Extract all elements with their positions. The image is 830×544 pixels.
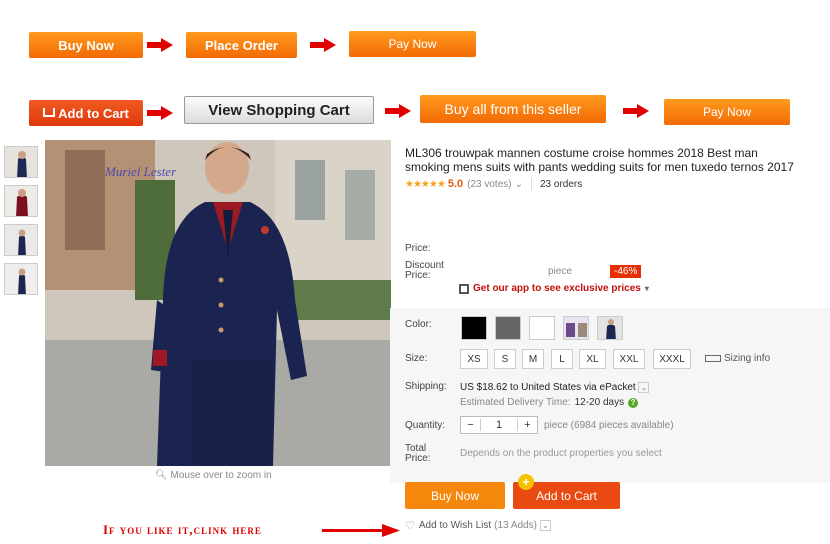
ruler-icon xyxy=(705,355,721,362)
thumbnail-4[interactable] xyxy=(4,263,38,295)
vote-count[interactable]: (23 votes) xyxy=(467,179,511,190)
image-watermark: Muriel Lester xyxy=(105,164,177,179)
quantity-input[interactable]: 1 xyxy=(481,419,517,431)
rating-stars-icon: ★★★★★ xyxy=(405,178,446,190)
sizing-info-link[interactable]: Sizing info xyxy=(705,353,770,364)
product-title: ML306 trouwpak mannen costume croise hom… xyxy=(405,146,794,174)
increment-button[interactable]: + xyxy=(517,419,537,431)
product-detail: Muriel Lester 🔍︎ Mouse over to zoom in M… xyxy=(0,138,830,544)
shipping-selector[interactable]: US $18.62 to United States via ePacket ⌄ xyxy=(460,382,650,393)
order-count: 23 orders xyxy=(539,178,583,190)
instruction-banner: Buy Now Place Order Pay Now Add to Cart … xyxy=(0,0,830,132)
size-option[interactable]: M xyxy=(522,349,544,369)
color-swatch-black[interactable] xyxy=(461,316,487,340)
decrement-button[interactable]: − xyxy=(461,419,481,431)
chevron-down-icon: ⌄ xyxy=(638,382,650,393)
wishlist-count: (13 Adds) xyxy=(494,520,537,531)
total-price-label: Total Price: xyxy=(405,443,431,464)
size-option[interactable]: XXXL xyxy=(653,349,691,369)
size-label: Size: xyxy=(405,353,428,364)
color-swatch-white[interactable] xyxy=(529,316,555,340)
size-option[interactable]: XL xyxy=(579,349,606,369)
step-view-cart-button[interactable]: View Shopping Cart xyxy=(184,96,374,124)
divider xyxy=(530,178,532,190)
zoom-hint: 🔍︎ Mouse over to zoom in xyxy=(155,470,272,481)
size-option[interactable]: XXL xyxy=(613,349,645,369)
price-label: Price: xyxy=(405,243,431,254)
help-icon[interactable]: ? xyxy=(628,397,639,408)
app-promo-link[interactable]: Get our app to see exclusive prices ▾ xyxy=(459,283,649,294)
arrow-right-icon xyxy=(147,106,173,120)
step-pay-now-button[interactable]: Pay Now xyxy=(349,31,476,57)
heart-icon: ♡ xyxy=(405,520,415,532)
thumbnail-1[interactable] xyxy=(4,146,38,178)
sizing-info-label: Sizing info xyxy=(724,353,771,364)
size-option[interactable]: L xyxy=(551,349,573,369)
price-unit: piece xyxy=(548,266,572,277)
arrow-right-icon xyxy=(147,38,173,52)
discount-badge: -46% xyxy=(610,265,642,278)
step-add-to-cart-label: Add to Cart xyxy=(58,105,129,121)
total-price-note: Depends on the product properties you se… xyxy=(460,448,662,459)
shipping-text: US $18.62 to United States via ePacket xyxy=(460,382,636,393)
arrow-right-icon xyxy=(385,104,411,118)
zoom-hint-label: Mouse over to zoom in xyxy=(170,470,272,481)
qr-code-icon xyxy=(459,283,469,294)
delivery-time: Estimated Delivery Time: 12-20 days ? xyxy=(460,397,639,408)
color-swatch-gray[interactable] xyxy=(495,316,521,340)
color-swatch-image-1[interactable] xyxy=(563,316,589,340)
rating-row: ★★★★★ 5.0 (23 votes) ⌄ 23 orders xyxy=(405,178,582,190)
delivery-label: Estimated Delivery Time: xyxy=(460,397,571,408)
size-option[interactable]: XS xyxy=(460,349,488,369)
step-add-to-cart-button[interactable]: Add to Cart xyxy=(29,100,143,126)
chevron-down-icon: ⌄ xyxy=(514,178,523,190)
magnifier-icon: 🔍︎ xyxy=(155,470,168,481)
arrow-right-icon xyxy=(623,104,649,118)
color-label: Color: xyxy=(405,319,432,330)
add-to-wishlist-link[interactable]: ♡ Add to Wish List (13 Adds) ⌄ xyxy=(405,519,551,532)
shipping-label: Shipping: xyxy=(405,381,447,392)
quantity-label: Quantity: xyxy=(405,420,446,431)
wishlist-callout: If you like it,clink here xyxy=(103,522,262,537)
thumbnail-2[interactable] xyxy=(4,185,38,217)
thumbnail-3[interactable] xyxy=(4,224,38,256)
app-promo-label: Get our app to see exclusive prices xyxy=(473,283,641,294)
quantity-stepper: − 1 + xyxy=(460,416,538,434)
plus-icon: + xyxy=(518,474,534,490)
quantity-note: piece (6984 pieces available) xyxy=(544,420,674,431)
chevron-down-icon: ⌄ xyxy=(539,520,551,531)
step-buy-now-button[interactable]: Buy Now xyxy=(29,32,143,58)
arrow-right-icon xyxy=(322,524,400,537)
main-product-image[interactable]: Muriel Lester xyxy=(45,140,391,466)
step-pay-now-button-2[interactable]: Pay Now xyxy=(664,99,790,125)
rating-value: 5.0 xyxy=(447,178,464,190)
step-place-order-button[interactable]: Place Order xyxy=(186,32,297,58)
wishlist-label: Add to Wish List xyxy=(418,520,492,531)
delivery-value: 12-20 days xyxy=(574,397,625,408)
color-swatch-image-2[interactable] xyxy=(597,316,623,340)
discount-price-label: Discount Price: xyxy=(405,260,444,281)
cart-icon xyxy=(43,107,56,117)
arrow-right-icon xyxy=(310,38,336,52)
caret-down-icon: ▾ xyxy=(644,284,649,293)
size-option[interactable]: S xyxy=(494,349,516,369)
thumbnail-strip xyxy=(4,146,38,302)
buy-now-button[interactable]: Buy Now xyxy=(405,482,505,509)
step-buy-all-button[interactable]: Buy all from this seller xyxy=(420,95,606,123)
